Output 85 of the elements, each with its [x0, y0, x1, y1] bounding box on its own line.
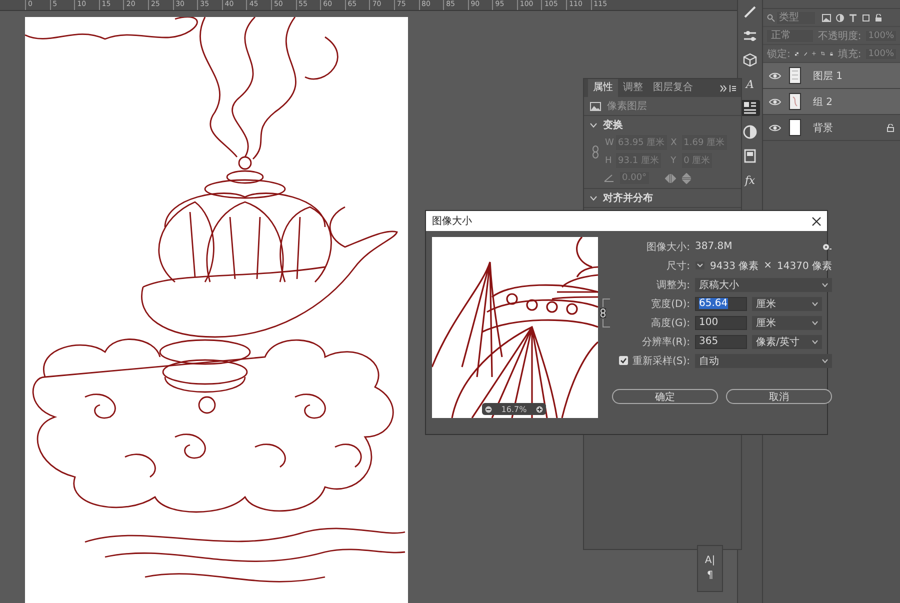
panel-button[interactable]: ¶: [706, 570, 714, 582]
axis-label: Y: [670, 156, 678, 166]
search-icon: [767, 14, 775, 22]
panel-button[interactable]: A|: [704, 555, 716, 567]
fill-label: 填充:: [838, 48, 862, 60]
caret-icon: [812, 302, 818, 306]
field-label: 宽度(D):: [650, 298, 690, 310]
image-size-value: 387.8M: [695, 241, 732, 252]
brush-icon[interactable]: [743, 5, 757, 19]
cancel-button[interactable]: 取消: [726, 389, 832, 404]
section-title: 变换: [603, 118, 623, 132]
height-field[interactable]: 100: [695, 316, 747, 330]
properties-icon[interactable]: [743, 101, 757, 115]
chevron-icon[interactable]: [590, 196, 597, 200]
panel-button[interactable]: A: [746, 78, 754, 90]
blend-mode-select[interactable]: 正常: [767, 30, 813, 42]
adjustment-icon[interactable]: [743, 125, 757, 139]
panel-tab[interactable]: 调整: [618, 79, 648, 97]
unit-select[interactable]: 像素/英寸: [752, 334, 822, 348]
pixel-height: 14370 像素: [777, 260, 832, 272]
opacity-label: 不透明度:: [818, 30, 862, 42]
resample-select[interactable]: 自动: [695, 354, 832, 368]
type-filter-icon[interactable]: [849, 14, 857, 22]
panel-menu-icon[interactable]: [720, 84, 736, 92]
panel-tab[interactable]: 图层复合: [648, 79, 698, 97]
image-icon: [590, 102, 601, 110]
caret-icon: [822, 358, 828, 362]
resample-label: 重新采样(S):: [632, 354, 690, 368]
layer-thumbnail: [789, 119, 801, 136]
layer-type-label: 像素图层: [607, 100, 647, 113]
unit-select[interactable]: 厘米: [752, 316, 822, 330]
eye-icon[interactable]: [769, 124, 781, 132]
section-title: 对齐并分布: [603, 191, 653, 205]
angle-icon: [604, 174, 614, 182]
brush-icon[interactable]: [804, 50, 808, 58]
layer-thumbnail: [789, 93, 801, 110]
settings-icon[interactable]: [822, 242, 832, 250]
layer-thumbnail: [789, 67, 801, 84]
width-field[interactable]: 65.64: [695, 296, 747, 310]
image-filter-icon[interactable]: [822, 14, 831, 22]
field-label: 尺寸:: [666, 260, 690, 272]
axis-label: W: [605, 138, 613, 148]
adjustment-filter-icon[interactable]: [836, 14, 844, 22]
unit-select[interactable]: 厘米: [752, 296, 822, 310]
zoom-out-icon[interactable]: [485, 406, 492, 412]
caret-icon: [812, 320, 818, 324]
library-icon[interactable]: [744, 149, 756, 163]
panel-tab[interactable]: 属性: [588, 79, 618, 97]
axis-label: H: [605, 156, 613, 166]
zoom-level: 16.7%: [501, 404, 527, 414]
axis-label: X: [670, 138, 678, 148]
sliders-icon[interactable]: [743, 30, 757, 42]
move-icon[interactable]: [812, 49, 816, 58]
layer-row[interactable]: 图层 1: [763, 63, 900, 89]
crop-icon[interactable]: [821, 49, 825, 58]
cube-icon[interactable]: [743, 53, 757, 67]
field-label: 图像大小:: [646, 240, 690, 254]
close-icon[interactable]: [812, 216, 821, 226]
ok-button[interactable]: 确定: [612, 389, 718, 404]
times-sign: ×: [764, 260, 772, 271]
dialog-title: 图像大小: [432, 214, 472, 228]
layer-row[interactable]: 组 2: [763, 89, 900, 115]
checkbox[interactable]: [619, 356, 628, 365]
filter-field[interactable]: 类型: [777, 12, 815, 24]
lock-filter-icon[interactable]: [875, 14, 882, 22]
field-label: 分辨率(R):: [640, 336, 690, 348]
lock-icon[interactable]: [830, 50, 833, 58]
eye-icon[interactable]: [769, 98, 781, 106]
caret-icon: [812, 340, 818, 344]
caret-icon: [822, 282, 828, 286]
panel-button[interactable]: fx: [744, 174, 756, 186]
field-label: 高度(G):: [650, 316, 690, 330]
eye-icon[interactable]: [769, 72, 781, 80]
flip-vertical-icon[interactable]: [682, 172, 691, 184]
checker-icon[interactable]: [795, 50, 799, 58]
field-label: 调整为:: [656, 278, 690, 292]
shape-filter-icon[interactable]: [862, 14, 870, 22]
dropdown-icon[interactable]: [695, 261, 705, 270]
lock-label: 锁定:: [767, 48, 790, 60]
flip-horizontal-icon[interactable]: [664, 174, 676, 182]
zoom-in-icon[interactable]: [536, 406, 543, 412]
pixel-width: 9433 像素: [710, 260, 759, 272]
chain-link-icon[interactable]: [599, 298, 611, 328]
fit-select[interactable]: 原稿大小: [695, 278, 832, 292]
resolution-field[interactable]: 365: [695, 334, 747, 348]
